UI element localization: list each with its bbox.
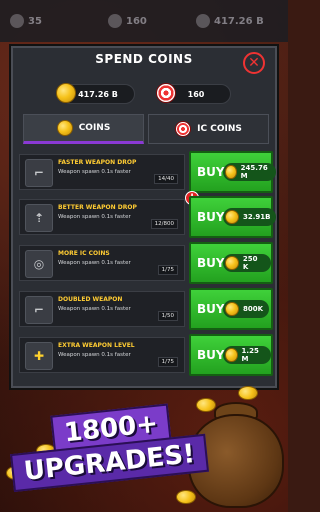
upgrade-progress: 1/75: [157, 357, 178, 367]
upgrade-desc: Weapon spawn 0.1s faster: [58, 306, 131, 312]
upgrade-name: EXTRA WEAPON LEVEL: [58, 342, 135, 349]
panel-title: SPEND COINS: [95, 52, 193, 66]
coin-icon: [225, 302, 239, 316]
buy-button[interactable]: BUY 245.76 M: [189, 151, 277, 193]
upgrade-card: ⇡ BETTER WEAPON DROP Weapon spawn 0.1s f…: [19, 199, 185, 235]
double-pistol-icon: ⌐: [25, 296, 53, 324]
coin-icon: [225, 210, 239, 224]
target-coins-icon: ◎: [25, 250, 53, 278]
weapon-icon: [10, 14, 24, 28]
coin-icon: [196, 14, 210, 28]
currency-tabs: COINS IC COINS: [23, 114, 269, 144]
upgrade-progress: 12/800: [150, 219, 178, 229]
pistol-icon: ⌐: [25, 159, 53, 187]
upgrade-progress: 1/75: [157, 265, 178, 275]
tab-ic-coins[interactable]: IC COINS: [148, 114, 269, 144]
upgrade-card: ⌐ DOUBLED WEAPON Weapon spawn 0.1s faste…: [19, 291, 185, 327]
upgrade-card: ✚ EXTRA WEAPON LEVEL Weapon spawn 0.1s f…: [19, 337, 185, 373]
upgrade-progress: 1/50: [157, 311, 178, 321]
ic-coin-balance: 160: [156, 83, 231, 104]
upgrade-name: DOUBLED WEAPON: [58, 296, 123, 303]
upgrade-card: ◎ MORE IC COINS Weapon spawn 0.1s faster…: [19, 245, 185, 281]
upgrade-progress: 14/40: [154, 174, 178, 184]
upgrade-name: FASTER WEAPON DROP: [58, 159, 137, 166]
coin-balance: 417.26 B: [56, 83, 135, 104]
target-icon: [156, 83, 176, 103]
price-tag: 32.91B: [223, 208, 277, 226]
tab-coins[interactable]: COINS: [23, 114, 144, 144]
balance-row: 417.26 B 160: [11, 83, 277, 106]
buy-button[interactable]: BUY 800K: [189, 288, 273, 330]
upgrade-desc: Weapon spawn 0.1s faster: [58, 214, 131, 220]
coin-icon: [225, 256, 239, 270]
topbar-stat-3: 417.26 B: [196, 14, 264, 28]
upgrade-row-extra-weapon-level: ✚ EXTRA WEAPON LEVEL Weapon spawn 0.1s f…: [19, 334, 273, 376]
coin-icon: [56, 83, 76, 103]
coin-icon: [225, 348, 238, 362]
target-icon: [108, 14, 122, 28]
price-tag: 245.76 M: [223, 163, 277, 181]
upgrade-name: MORE IC COINS: [58, 250, 110, 257]
topbar-stat-1: 35: [10, 14, 42, 28]
close-button[interactable]: ✕: [243, 52, 265, 74]
close-icon: ✕: [248, 55, 260, 71]
target-icon: [175, 121, 192, 137]
buy-button[interactable]: BUY 32.91B: [189, 196, 277, 238]
price-tag: 250 K: [223, 254, 271, 272]
upgrade-row-faster-weapon-drop: ⌐ FASTER WEAPON DROP Weapon spawn 0.1s f…: [19, 151, 277, 193]
upgrade-desc: Weapon spawn 0.1s faster: [58, 169, 131, 175]
top-status-bar: 35 160 417.26 B: [0, 0, 288, 42]
buy-button[interactable]: BUY 1.25 M: [189, 334, 273, 376]
upgrade-row-more-ic-coins: ◎ MORE IC COINS Weapon spawn 0.1s faster…: [19, 242, 273, 284]
upgrade-name: BETTER WEAPON DROP: [58, 204, 137, 211]
upgrade-row-better-weapon-drop: ⇡ BETTER WEAPON DROP Weapon spawn 0.1s f…: [19, 191, 277, 238]
price-tag: 1.25 M: [223, 346, 271, 364]
upgrade-desc: Weapon spawn 0.1s faster: [58, 260, 131, 266]
upgrade-pistol-icon: ⇡: [25, 204, 53, 232]
coin-icon: [56, 120, 73, 136]
plus-icon: ✚: [25, 342, 53, 370]
upgrade-card: ⌐ FASTER WEAPON DROP Weapon spawn 0.1s f…: [19, 154, 185, 190]
topbar-stat-2: 160: [108, 14, 147, 28]
buy-button[interactable]: BUY 250 K: [189, 242, 273, 284]
price-tag: 800K: [223, 300, 270, 318]
upgrade-row-doubled-weapon: ⌐ DOUBLED WEAPON Weapon spawn 0.1s faste…: [19, 288, 273, 330]
spend-coins-panel: SPEND COINS ✕ 417.26 B 160 COINS IC COIN…: [9, 44, 279, 390]
upgrade-desc: Weapon spawn 0.1s faster: [58, 352, 131, 358]
coin-icon: [225, 165, 237, 179]
